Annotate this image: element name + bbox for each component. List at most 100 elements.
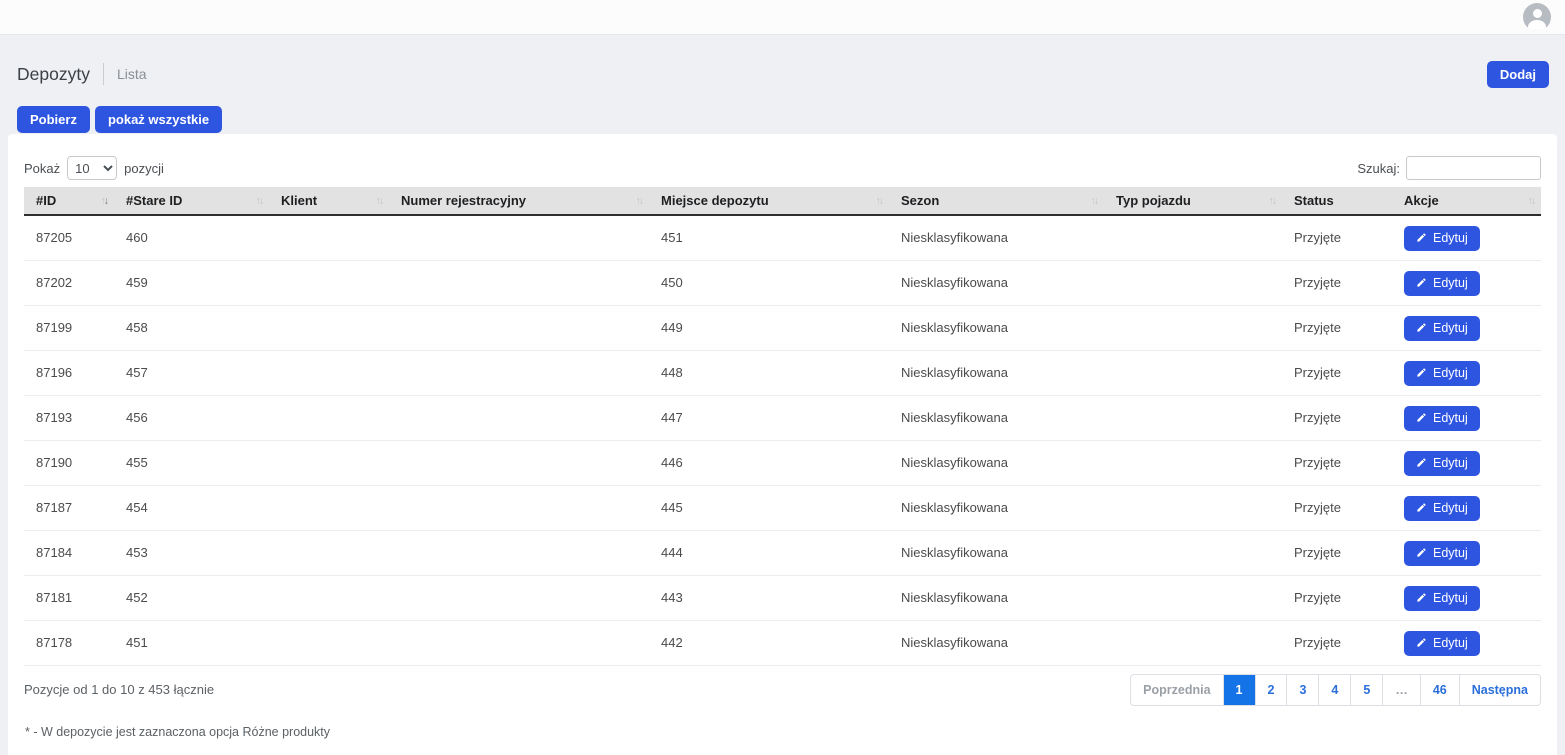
cell-deposit-place: 450 [649, 261, 889, 306]
pencil-icon [1416, 547, 1427, 558]
table-footer: Pozycje od 1 do 10 z 453 łącznie Poprzed… [24, 666, 1541, 712]
table-row: 87202 459 450 Niesklasyfikowana Przyjęte… [24, 261, 1541, 306]
cell-deposit-place: 442 [649, 621, 889, 666]
page-3[interactable]: 3 [1286, 675, 1318, 705]
sort-icon: ↑↓ [256, 194, 263, 206]
edit-button[interactable]: Edytuj [1404, 406, 1480, 431]
cell-reg-number [389, 306, 649, 351]
sort-icon: ↑↓ [1269, 194, 1276, 206]
cell-vehicle-type [1104, 576, 1282, 621]
cell-id: 87199 [24, 306, 114, 351]
page-ellipsis: … [1382, 675, 1420, 705]
search-input[interactable] [1406, 156, 1541, 180]
edit-button[interactable]: Edytuj [1404, 271, 1480, 296]
table-header-row: #ID ↑↓ #Stare ID ↑↓ Klient ↑↓ Numer reje… [24, 187, 1541, 215]
page-4[interactable]: 4 [1318, 675, 1350, 705]
table-row: 87196 457 448 Niesklasyfikowana Przyjęte… [24, 351, 1541, 396]
cell-status: Przyjęte [1282, 396, 1392, 441]
sort-icon: ↑↓ [1528, 194, 1535, 206]
column-header-reg-number[interactable]: Numer rejestracyjny ↑↓ [389, 187, 649, 215]
table-row: 87181 452 443 Niesklasyfikowana Przyjęte… [24, 576, 1541, 621]
page-1[interactable]: 1 [1223, 675, 1255, 705]
cell-vehicle-type [1104, 441, 1282, 486]
cell-old-id: 452 [114, 576, 269, 621]
page-length-select[interactable]: 10 [67, 156, 117, 180]
cell-status: Przyjęte [1282, 486, 1392, 531]
edit-button[interactable]: Edytuj [1404, 496, 1480, 521]
page-length-control: Pokaż 10 pozycji [24, 156, 164, 180]
cell-deposit-place: 443 [649, 576, 889, 621]
cell-old-id: 458 [114, 306, 269, 351]
page-next[interactable]: Następna [1459, 675, 1540, 705]
page-length-suffix: pozycji [124, 161, 164, 176]
cell-reg-number [389, 621, 649, 666]
column-header-season[interactable]: Sezon ↑↓ [889, 187, 1104, 215]
cell-season: Niesklasyfikowana [889, 441, 1104, 486]
cell-reg-number [389, 486, 649, 531]
pagination: Poprzednia 1 2 3 4 5 … 46 Następna [1130, 674, 1541, 706]
user-avatar[interactable] [1523, 3, 1551, 31]
show-all-button[interactable]: pokaż wszystkie [95, 106, 222, 133]
breadcrumb: Lista [117, 66, 147, 82]
cell-client [269, 215, 389, 261]
cell-actions: Edytuj [1392, 215, 1541, 261]
table-row: 87193 456 447 Niesklasyfikowana Przyjęte… [24, 396, 1541, 441]
cell-deposit-place: 444 [649, 531, 889, 576]
cell-client [269, 396, 389, 441]
edit-button[interactable]: Edytuj [1404, 226, 1480, 251]
column-header-status[interactable]: Status [1282, 187, 1392, 215]
search-label: Szukaj: [1357, 161, 1400, 176]
title-divider [103, 63, 104, 85]
cell-season: Niesklasyfikowana [889, 215, 1104, 261]
edit-button[interactable]: Edytuj [1404, 451, 1480, 476]
cell-id: 87184 [24, 531, 114, 576]
cell-season: Niesklasyfikowana [889, 621, 1104, 666]
page-prev[interactable]: Poprzednia [1131, 675, 1222, 705]
column-header-old-id[interactable]: #Stare ID ↑↓ [114, 187, 269, 215]
cell-reg-number [389, 441, 649, 486]
edit-button[interactable]: Edytuj [1404, 361, 1480, 386]
page-2[interactable]: 2 [1255, 675, 1287, 705]
cell-reg-number [389, 531, 649, 576]
column-header-actions[interactable]: Akcje ↑↓ [1392, 187, 1541, 215]
cell-season: Niesklasyfikowana [889, 486, 1104, 531]
cell-reg-number [389, 576, 649, 621]
cell-id: 87190 [24, 441, 114, 486]
pencil-icon [1416, 322, 1427, 333]
page-46[interactable]: 46 [1420, 675, 1459, 705]
edit-button[interactable]: Edytuj [1404, 586, 1480, 611]
cell-client [269, 531, 389, 576]
cell-status: Przyjęte [1282, 261, 1392, 306]
cell-actions: Edytuj [1392, 531, 1541, 576]
cell-client [269, 441, 389, 486]
column-header-id[interactable]: #ID ↑↓ [24, 187, 114, 215]
cell-season: Niesklasyfikowana [889, 396, 1104, 441]
column-header-deposit-place[interactable]: Miejsce depozytu ↑↓ [649, 187, 889, 215]
top-navbar [0, 0, 1565, 35]
cell-status: Przyjęte [1282, 441, 1392, 486]
column-header-vehicle-type[interactable]: Typ pojazdu ↑↓ [1104, 187, 1282, 215]
cell-season: Niesklasyfikowana [889, 351, 1104, 396]
cell-deposit-place: 448 [649, 351, 889, 396]
cell-old-id: 456 [114, 396, 269, 441]
cell-status: Przyjęte [1282, 621, 1392, 666]
sort-icon: ↑↓ [1091, 194, 1098, 206]
sort-icon: ↑↓ [101, 194, 108, 206]
page-5[interactable]: 5 [1350, 675, 1382, 705]
add-button[interactable]: Dodaj [1487, 61, 1549, 88]
cell-client [269, 621, 389, 666]
cell-status: Przyjęte [1282, 306, 1392, 351]
cell-deposit-place: 447 [649, 396, 889, 441]
download-button[interactable]: Pobierz [17, 106, 90, 133]
cell-old-id: 460 [114, 215, 269, 261]
edit-button[interactable]: Edytuj [1404, 316, 1480, 341]
cell-status: Przyjęte [1282, 215, 1392, 261]
page-header: Depozyty Lista Dodaj [0, 35, 1565, 88]
column-header-client[interactable]: Klient ↑↓ [269, 187, 389, 215]
cell-client [269, 261, 389, 306]
cell-actions: Edytuj [1392, 576, 1541, 621]
edit-button[interactable]: Edytuj [1404, 631, 1480, 656]
cell-deposit-place: 446 [649, 441, 889, 486]
edit-button[interactable]: Edytuj [1404, 541, 1480, 566]
cell-season: Niesklasyfikowana [889, 531, 1104, 576]
